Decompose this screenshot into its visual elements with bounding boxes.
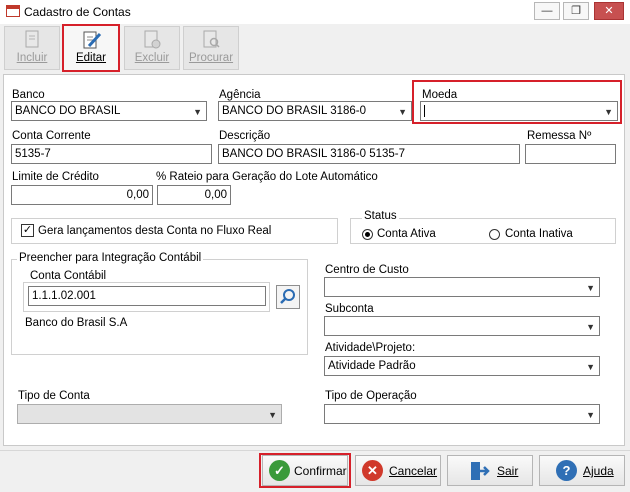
tipo-operacao-select[interactable]: ▼: [324, 404, 600, 424]
exit-icon: [471, 462, 490, 480]
conta-contabil-desc: Banco do Brasil S.A: [25, 317, 128, 329]
document-add-icon: [25, 30, 39, 48]
integracao-label: Preencher para Integração Contábil: [17, 252, 204, 264]
conta-ativa-label: Conta Ativa: [377, 228, 436, 240]
atividade-label: Atividade\Projeto:: [325, 342, 416, 354]
search-icon: [280, 289, 295, 304]
centro-custo-label: Centro de Custo: [325, 264, 409, 276]
confirmar-button[interactable]: ✓ Confirmar: [262, 455, 348, 486]
chevron-down-icon: ▼: [586, 362, 595, 372]
cancel-icon: ✕: [362, 460, 383, 481]
conta-inativa-label: Conta Inativa: [505, 228, 573, 240]
cancelar-button[interactable]: ✕ Cancelar: [355, 455, 441, 486]
chevron-down-icon: ▼: [193, 107, 202, 117]
check-icon: ✓: [269, 460, 290, 481]
chevron-down-icon: ▼: [268, 410, 277, 420]
atividade-select[interactable]: Atividade Padrão ▼: [324, 356, 600, 376]
agencia-select[interactable]: BANCO DO BRASIL 3186-0 ▼: [218, 101, 412, 121]
rateio-input[interactable]: 0,00: [157, 185, 231, 205]
help-icon: ?: [556, 460, 577, 481]
limite-credito-label: Limite de Crédito: [12, 171, 99, 183]
close-icon[interactable]: ✕: [594, 2, 624, 20]
centro-custo-select[interactable]: ▼: [324, 277, 600, 297]
chevron-down-icon: ▼: [398, 107, 407, 117]
text-cursor: [424, 104, 425, 117]
conta-corrente-label: Conta Corrente: [12, 130, 91, 142]
conta-contabil-input[interactable]: 1.1.1.02.001: [28, 286, 266, 306]
tipo-conta-label: Tipo de Conta: [18, 390, 90, 402]
conta-contabil-label: Conta Contábil: [30, 270, 107, 282]
agencia-label: Agência: [219, 89, 261, 101]
window-title: Cadastro de Contas: [24, 5, 131, 19]
conta-corrente-input[interactable]: 5135-7: [11, 144, 212, 164]
moeda-select[interactable]: ▼: [420, 101, 618, 121]
conta-inativa-radio[interactable]: [489, 229, 500, 240]
rateio-label: % Rateio para Geração do Lote Automático: [156, 171, 378, 183]
banco-select[interactable]: BANCO DO BRASIL ▼: [11, 101, 207, 121]
tipo-operacao-label: Tipo de Operação: [325, 390, 417, 402]
incluir-button[interactable]: Incluir: [4, 26, 60, 70]
fluxo-real-label: Gera lançamentos desta Conta no Fluxo Re…: [38, 225, 272, 237]
minimize-icon[interactable]: —: [534, 2, 560, 20]
subconta-label: Subconta: [325, 303, 374, 315]
moeda-label: Moeda: [422, 89, 458, 101]
chevron-down-icon: ▼: [586, 283, 595, 293]
editar-button[interactable]: Editar: [62, 24, 120, 72]
search-button[interactable]: [276, 285, 300, 309]
app-icon: [6, 5, 20, 17]
remessa-label: Remessa Nº: [527, 130, 592, 142]
chevron-down-icon: ▼: [604, 107, 613, 117]
subconta-select[interactable]: ▼: [324, 316, 600, 336]
restore-icon[interactable]: ❐: [563, 2, 589, 20]
descricao-label: Descrição: [219, 130, 271, 142]
document-search-icon: [203, 30, 220, 48]
fluxo-real-checkbox[interactable]: ✓: [21, 224, 34, 237]
remessa-input[interactable]: [525, 144, 616, 164]
chevron-down-icon: ▼: [586, 410, 595, 420]
excluir-button[interactable]: Excluir: [124, 26, 180, 70]
procurar-button[interactable]: Procurar: [183, 26, 239, 70]
limite-credito-input[interactable]: 0,00: [11, 185, 153, 205]
edit-icon: [83, 31, 102, 49]
sair-button[interactable]: Sair: [447, 455, 533, 486]
tipo-conta-select[interactable]: ▼: [17, 404, 282, 424]
chevron-down-icon: ▼: [586, 322, 595, 332]
status-label: Status: [362, 210, 399, 222]
descricao-input[interactable]: BANCO DO BRASIL 3186-0 5135-7: [218, 144, 520, 164]
banco-label: Banco: [12, 89, 45, 101]
ajuda-button[interactable]: ? Ajuda: [539, 455, 625, 486]
document-delete-icon: [144, 30, 161, 49]
conta-ativa-radio[interactable]: [362, 229, 373, 240]
